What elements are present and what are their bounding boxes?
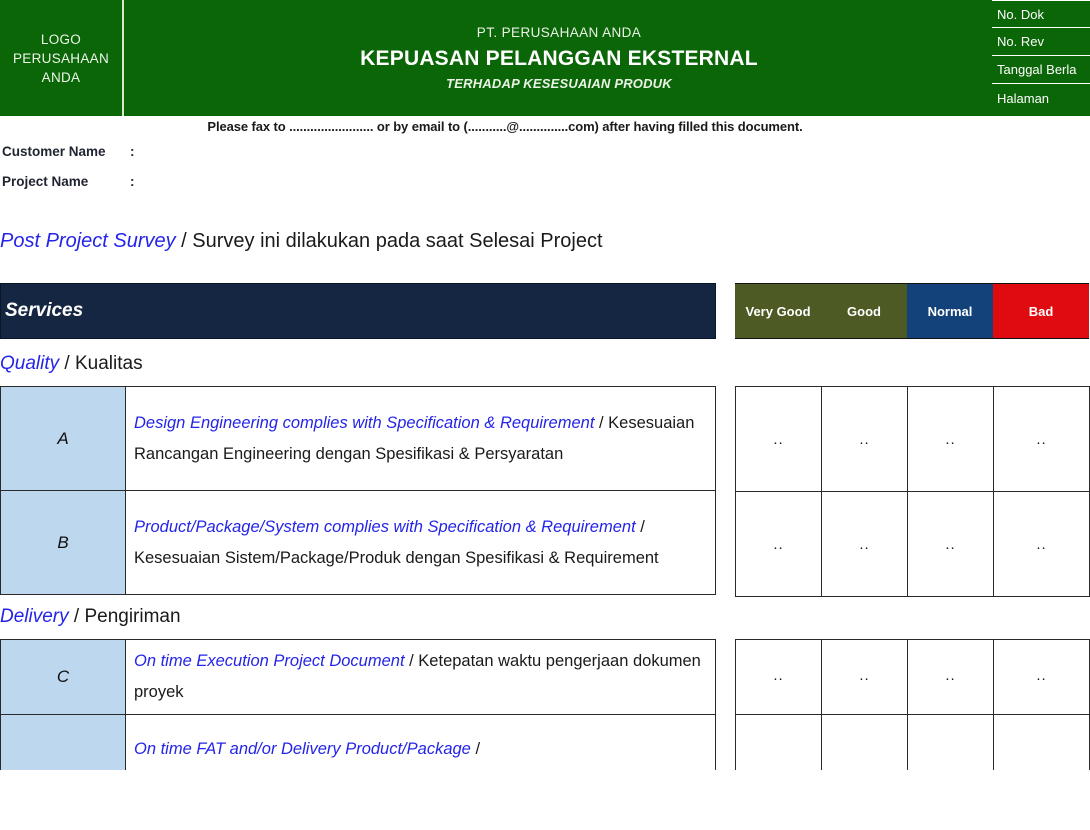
fax-instruction-text: Please fax to ........................ o…	[207, 119, 803, 134]
question-text-b: Product/Package/System complies with Spe…	[125, 490, 716, 595]
question-text-d-indonesian: /	[470, 740, 481, 758]
doc-meta-label: Tanggal Berla	[997, 62, 1077, 77]
question-text-c: On time Execution Project Document / Ket…	[125, 639, 716, 715]
question-text-c-english: On time Execution Project Document	[134, 652, 405, 670]
rating-row-c: .. .. .. ..	[735, 639, 1090, 715]
services-header-bar: Services	[0, 283, 716, 339]
table-row[interactable]: C On time Execution Project Document / K…	[0, 639, 716, 715]
question-text-b-english: Product/Package/System complies with Spe…	[134, 517, 636, 536]
section-title-quality-english: Quality	[0, 353, 60, 374]
rating-cell-a-good[interactable]: ..	[821, 386, 908, 492]
document-title: KEPUASAN PELANGGAN EKSTERNAL	[360, 47, 758, 70]
rating-header-good: Good	[821, 284, 907, 338]
rating-cell-c-good[interactable]: ..	[821, 639, 908, 715]
rating-header-bad: Bad	[993, 284, 1089, 338]
section-title-delivery: Delivery / Pengiriman	[0, 606, 181, 628]
doc-meta-row-halaman: Halaman	[992, 84, 1090, 112]
customer-name-field[interactable]: Customer Name:	[2, 144, 135, 159]
rating-cell-a-normal[interactable]: ..	[907, 386, 994, 492]
table-row[interactable]: B Product/Package/System complies with S…	[0, 490, 716, 595]
rating-grid-quality: .. .. .. .. .. .. .. ..	[735, 386, 1090, 597]
section-title-delivery-english: Delivery	[0, 606, 69, 627]
project-name-label: Project Name	[2, 174, 89, 189]
company-logo-placeholder: LOGO PERUSAHAAN ANDA	[0, 0, 124, 116]
rating-cell-b-good[interactable]: ..	[821, 491, 908, 597]
logo-line-3: ANDA	[41, 69, 81, 85]
doc-meta-label: Halaman	[997, 90, 1050, 106]
rating-cell-b-normal[interactable]: ..	[907, 491, 994, 597]
table-row[interactable]: A Design Engineering complies with Speci…	[0, 386, 716, 491]
rating-header-very-good: Very Good	[735, 284, 821, 338]
rating-header-normal: Normal	[907, 284, 993, 338]
document-meta-table: No. Dok No. Rev Tanggal Berla Halaman	[992, 0, 1090, 116]
project-name-field[interactable]: Project Name:	[2, 174, 135, 189]
rating-scale-header: Very Good Good Normal Bad	[735, 283, 1089, 339]
document-subtitle: TERHADAP KESESUAIAN PRODUK	[446, 76, 672, 91]
rating-cell-b-very-good[interactable]: ..	[735, 491, 822, 597]
rating-cell-a-very-good[interactable]: ..	[735, 386, 822, 492]
rating-cell-c-bad[interactable]: ..	[993, 639, 1090, 715]
section-title-quality-indonesian: / Kualitas	[59, 353, 143, 374]
question-text-a-english: Design Engineering complies with Specifi…	[134, 413, 595, 432]
company-name: PT. PERUSAHAAN ANDA	[476, 25, 642, 40]
question-text-a: Design Engineering complies with Specifi…	[125, 386, 716, 491]
logo-line-1: LOGO	[40, 31, 82, 47]
question-letter-b: B	[0, 490, 126, 595]
rating-cell-b-bad[interactable]: ..	[993, 491, 1090, 597]
doc-meta-row-no-dok: No. Dok	[992, 0, 1090, 28]
question-letter-c: C	[0, 639, 126, 715]
survey-type-english: Post Project Survey	[0, 230, 176, 252]
doc-meta-row-tanggal-berlaku: Tanggal Berla	[992, 56, 1090, 84]
logo-line-2: PERUSAHAAN	[12, 50, 110, 66]
survey-type-indonesian: / Survey ini dilakukan pada saat Selesai…	[175, 230, 603, 252]
doc-meta-row-no-rev: No. Rev	[992, 28, 1090, 56]
questions-table-quality: A Design Engineering complies with Speci…	[0, 386, 716, 595]
rating-grid-delivery: .. .. .. ..	[735, 639, 1090, 785]
document-header-band: LOGO PERUSAHAAN ANDA PT. PERUSAHAAN ANDA…	[0, 0, 1090, 116]
question-text-d-english: On time FAT and/or Delivery Product/Pack…	[134, 740, 471, 758]
question-letter-a: A	[0, 386, 126, 491]
customer-name-label: Customer Name	[2, 144, 106, 159]
doc-meta-label: No. Dok	[997, 6, 1044, 22]
project-name-colon: :	[130, 174, 135, 189]
questions-table-delivery: C On time Execution Project Document / K…	[0, 639, 716, 785]
viewport-bottom-clip	[0, 770, 1090, 830]
rating-cell-c-very-good[interactable]: ..	[735, 639, 822, 715]
rating-cell-a-bad[interactable]: ..	[993, 386, 1090, 492]
customer-name-colon: :	[130, 144, 135, 159]
section-title-quality: Quality / Kualitas	[0, 353, 143, 375]
doc-meta-label: No. Rev	[997, 34, 1044, 49]
header-title-block: PT. PERUSAHAAN ANDA KEPUASAN PELANGGAN E…	[126, 0, 992, 116]
rating-cell-c-normal[interactable]: ..	[907, 639, 994, 715]
survey-type-heading: Post Project Survey / Survey ini dilakuk…	[0, 230, 603, 253]
rating-row-b: .. .. .. ..	[735, 491, 1090, 597]
services-header-label: Services	[5, 300, 84, 321]
rating-row-a: .. .. .. ..	[735, 386, 1090, 492]
section-title-delivery-indonesian: / Pengiriman	[68, 606, 181, 627]
